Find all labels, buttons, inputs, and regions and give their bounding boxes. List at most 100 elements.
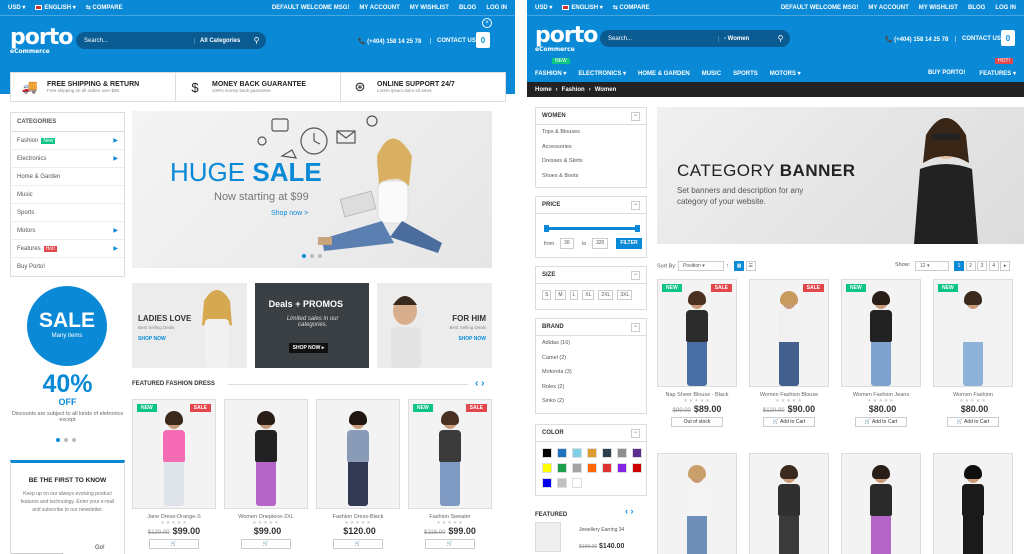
logo[interactable]: porto eCommerce [535, 25, 598, 54]
cart-icon[interactable]: 0 [476, 32, 490, 48]
grid-view-icon[interactable]: ▦ [734, 261, 745, 271]
add-to-cart-button[interactable]: 🛒 [333, 539, 383, 549]
breadcrumb-home[interactable]: Home [535, 87, 552, 93]
size-option[interactable]: XL [582, 290, 595, 300]
breadcrumb-fashion[interactable]: Fashion [562, 87, 585, 93]
category-item-electronics[interactable]: Electronics ▶ [11, 150, 124, 168]
collapse-icon[interactable]: − [631, 429, 640, 438]
product-card[interactable] [933, 453, 1013, 554]
prev-arrow-icon[interactable]: ‹ [475, 378, 478, 389]
newsletter-go-button[interactable]: Go! [95, 545, 105, 551]
banner-shop-now-button[interactable]: SHOP NOW ▸ [288, 343, 329, 353]
product-image-frame[interactable] [841, 453, 921, 554]
page-button[interactable]: 2 [965, 261, 976, 271]
my-wishlist-link[interactable]: MY WISHLIST [410, 5, 449, 11]
next-arrow-icon[interactable]: › [481, 378, 484, 389]
brand-item[interactable]: Motorola (3) [536, 365, 646, 380]
product-card[interactable]: NEW SALE Jane Dress-Orange-S ★★★★★ $120.00 $9… [132, 399, 216, 549]
nav-motors[interactable]: MOTORS ▾ [770, 70, 801, 77]
product-image-frame[interactable]: NEW SALE [408, 399, 492, 509]
nav-fashion[interactable]: FASHION ▾ [535, 70, 566, 77]
currency-select[interactable]: USD ▾ [8, 4, 25, 11]
language-select[interactable]: ENGLISH ▾ [562, 4, 603, 11]
slider-dot[interactable] [318, 254, 322, 258]
blog-link[interactable]: BLOG [459, 5, 476, 11]
product-image-frame[interactable] [749, 453, 829, 554]
color-swatch[interactable] [572, 463, 582, 473]
add-to-cart-button[interactable]: 🛒 [149, 539, 199, 549]
color-swatch[interactable] [557, 478, 567, 488]
my-account-link[interactable]: MY ACCOUNT [359, 5, 399, 11]
compare-link[interactable]: ⇆ COMPARE [613, 4, 650, 11]
product-card[interactable]: NEW SALE Fashion Sweater ★★★★★ $118.00 $99.00… [408, 399, 492, 549]
category-select[interactable]: - Women [718, 35, 749, 42]
product-card[interactable]: Fashion Dress-Black ★★★★★ $120.00 🛒 [316, 399, 400, 549]
list-view-icon[interactable]: ☰ [745, 261, 756, 271]
color-swatch[interactable] [602, 448, 612, 458]
search-icon[interactable]: ⚲ [249, 33, 264, 48]
search-icon[interactable]: ⚲ [773, 31, 788, 46]
product-image-frame[interactable] [316, 399, 400, 509]
category-item-fashion[interactable]: Fashion New ▶ [11, 132, 124, 150]
product-card[interactable]: NEW Women Fashion ★★★★★ $80.00 🛒 Add to Cart [933, 279, 1013, 427]
color-swatch[interactable] [587, 463, 597, 473]
sort-direction-icon[interactable]: ↑ [726, 263, 729, 269]
women-item[interactable]: Tops & Blouses [536, 125, 646, 140]
blog-link[interactable]: BLOG [968, 5, 985, 11]
featured-item-name[interactable]: Jewellery Earring 34 [579, 527, 624, 533]
product-image-frame[interactable]: NEW [841, 279, 921, 387]
collapse-icon[interactable]: − [631, 112, 640, 121]
product-card[interactable] [841, 453, 921, 554]
add-to-cart-button[interactable]: Out of stock [671, 417, 723, 427]
size-option[interactable]: 3XL [617, 290, 633, 300]
color-swatch[interactable] [602, 463, 612, 473]
language-select[interactable]: ENGLISH ▾ [35, 4, 76, 11]
color-swatch[interactable] [542, 478, 552, 488]
color-swatch[interactable] [557, 463, 567, 473]
slider-dot[interactable] [72, 438, 76, 442]
price-to-input[interactable]: 320 [592, 238, 609, 249]
slider-dot[interactable] [56, 438, 60, 442]
page-button[interactable]: 1 [954, 261, 964, 271]
brand-item[interactable]: Camel (2) [536, 351, 646, 366]
color-swatch[interactable] [632, 463, 642, 473]
category-item-music[interactable]: Music [11, 186, 124, 204]
color-swatch[interactable] [557, 448, 567, 458]
nav-buy-porto[interactable]: BUY PORTO! [928, 70, 965, 77]
page-button[interactable]: 3 [977, 261, 988, 271]
product-card[interactable]: Women Onepiece-2XL ★★★★★ $99.00 🛒 [224, 399, 308, 549]
nav-electronics[interactable]: ELECTRONICS ▾ [578, 70, 626, 77]
slider-dot[interactable] [302, 254, 306, 258]
product-image-frame[interactable]: NEW SALE [657, 279, 737, 387]
banner-for-him[interactable]: FOR HIM Best Selling Deals SHOP NOW [377, 283, 493, 368]
product-card[interactable]: SALE Women Fashion Blouse ★★★★★ $120.00 $90.… [749, 279, 829, 427]
category-item-buy-porto[interactable]: Buy Porto! [11, 258, 124, 276]
slider-dot[interactable] [310, 254, 314, 258]
banner-ladies-love[interactable]: LADIES LOVE Best Selling Deals SHOP NOW [132, 283, 247, 368]
compare-link[interactable]: ⇆ COMPARE [86, 4, 123, 11]
product-image-frame[interactable] [224, 399, 308, 509]
category-item-motors[interactable]: Motors ▶ [11, 222, 124, 240]
add-to-cart-button[interactable]: 🛒 Add to Cart [763, 417, 815, 427]
color-swatch[interactable] [572, 478, 582, 488]
login-link[interactable]: LOG IN [486, 5, 507, 11]
brand-item[interactable]: Adidas (16) [536, 336, 646, 351]
color-swatch[interactable] [632, 448, 642, 458]
color-swatch[interactable] [617, 448, 627, 458]
collapse-icon[interactable]: − [631, 271, 640, 280]
login-link[interactable]: LOG IN [995, 5, 1016, 11]
brand-item[interactable]: Sinko (2) [536, 394, 646, 409]
women-item[interactable]: Accessories [536, 140, 646, 155]
color-swatch[interactable] [587, 448, 597, 458]
cart-icon[interactable]: 0 [1001, 30, 1015, 46]
banner-link[interactable]: SHOP NOW [458, 336, 486, 342]
nav-sports[interactable]: SPORTS [733, 71, 758, 77]
filter-button[interactable]: FILTER [616, 238, 642, 249]
collapse-icon[interactable]: − [631, 201, 640, 210]
size-option[interactable]: S [542, 290, 552, 300]
nav-features[interactable]: FEATURES ▾ [979, 70, 1016, 77]
product-image-frame[interactable]: NEW SALE [132, 399, 216, 509]
add-to-cart-button[interactable]: 🛒 [241, 539, 291, 549]
size-option[interactable]: M [555, 290, 566, 300]
price-slider[interactable] [544, 225, 640, 232]
